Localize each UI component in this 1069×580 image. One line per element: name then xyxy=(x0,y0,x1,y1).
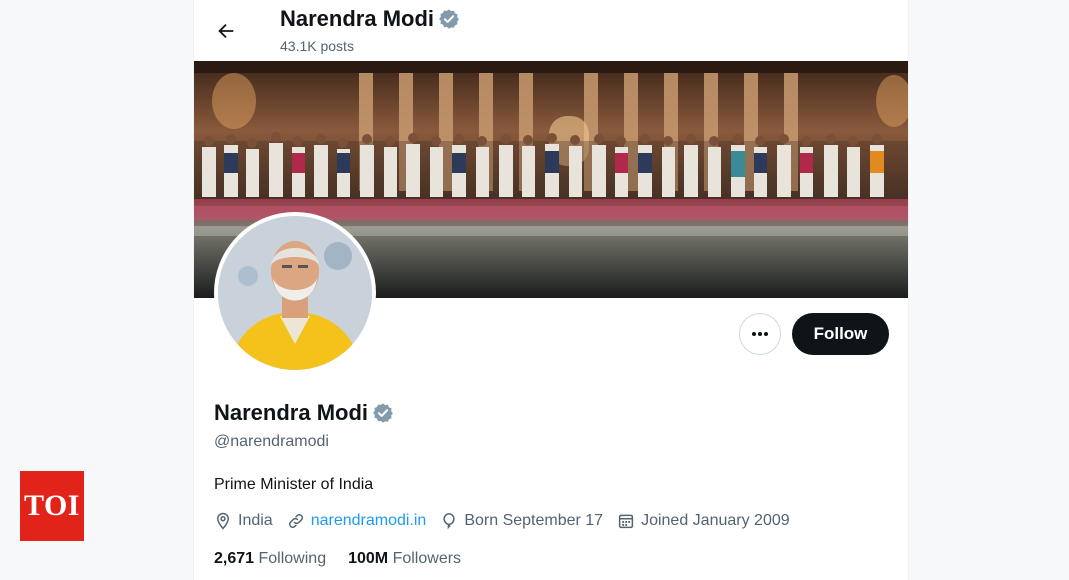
link-icon xyxy=(288,513,303,529)
verified-badge-icon[interactable] xyxy=(372,402,394,424)
back-button[interactable] xyxy=(208,13,244,49)
display-name-text: Narendra Modi xyxy=(214,400,369,425)
website-item: narendramodi.in xyxy=(287,512,427,530)
joined-text: Joined January 2009 xyxy=(641,512,790,529)
calendar-icon xyxy=(618,514,634,529)
follow-button[interactable]: Follow xyxy=(792,313,889,355)
follow-button-label: Follow xyxy=(813,324,868,343)
following-count: 2,671 xyxy=(214,550,255,567)
location-pin-icon xyxy=(216,512,230,530)
birthday-text: Born September 17 xyxy=(464,512,604,529)
avatar-photo xyxy=(218,216,372,370)
post-count: 43.1K posts xyxy=(280,38,354,54)
location-item: India xyxy=(214,512,273,530)
profile-display-name: Narendra Modi xyxy=(214,400,394,426)
following-link[interactable]: 2,671 Following xyxy=(214,550,326,568)
followers-link[interactable]: 100M Followers xyxy=(348,550,461,568)
profile-avatar[interactable] xyxy=(214,212,376,374)
balloon-icon xyxy=(443,513,455,529)
profile-bio: Prime Minister of India xyxy=(214,476,374,493)
location-text: India xyxy=(238,512,273,529)
profile-header-bar: Narendra Modi 43.1K posts xyxy=(194,0,908,61)
following-label: Following xyxy=(258,550,327,567)
followers-label: Followers xyxy=(392,550,462,567)
birthday-item: Born September 17 xyxy=(440,512,603,530)
arrow-left-icon xyxy=(218,23,234,39)
toi-logo: TOI xyxy=(20,471,84,541)
joined-item: Joined January 2009 xyxy=(617,512,790,530)
website-link[interactable]: narendramodi.in xyxy=(311,512,427,530)
more-options-button[interactable] xyxy=(739,313,781,355)
profile-meta: India narendramodi.in Born September 17 xyxy=(214,512,790,530)
profile-handle: @narendramodi xyxy=(214,433,329,450)
header-name-text: Narendra Modi xyxy=(280,6,435,31)
followers-count: 100M xyxy=(348,550,389,567)
header-name: Narendra Modi xyxy=(280,6,460,32)
profile-column: Narendra Modi 43.1K posts Follow Narendr… xyxy=(193,0,909,580)
profile-stats: 2,671 Following 100M Followers xyxy=(214,550,461,568)
more-options-icon xyxy=(752,332,768,336)
toi-logo-text: TOI xyxy=(24,489,80,522)
verified-badge-icon xyxy=(439,9,459,29)
